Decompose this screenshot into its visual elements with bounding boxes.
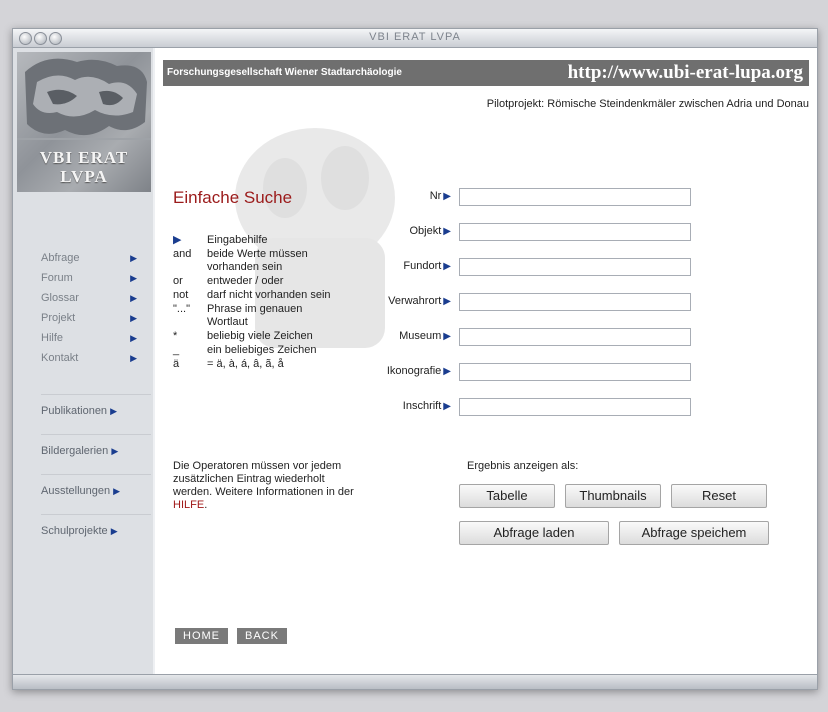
sidebar-nav: Abfrage ▶ Forum ▶ Glossar ▶ Projekt ▶ Hilfe ▶… (41, 248, 151, 368)
arrow-right-icon: ▶ (130, 273, 137, 283)
search-help: ▶ Eingabehilfe and beide Werte müssen vorh… (173, 234, 373, 372)
arrow-right-icon: ▶ (443, 261, 451, 272)
help-row: not darf nicht vorhanden sein (173, 289, 331, 301)
sidebar-item-hilfe[interactable]: Hilfe ▶ (41, 328, 151, 348)
sidebar-item-ausstellungen[interactable]: Ausstellungen ▶ (41, 474, 151, 514)
sidebar-sections: Publikationen ▶ Bildergalerien ▶ Ausstel… (41, 394, 151, 554)
arrow-right-icon: ▶ (130, 333, 137, 343)
field-row-nr: Nr ▶ (355, 188, 695, 210)
help-link[interactable]: HILFE (173, 499, 204, 511)
ikonografie-input[interactable] (459, 363, 691, 381)
sidebar-item-abfrage[interactable]: Abfrage ▶ (41, 248, 151, 268)
arrow-right-icon: ▶ (443, 191, 451, 202)
home-button[interactable]: HOME (175, 628, 228, 644)
arrow-right-icon: ▶ (443, 226, 451, 237)
help-row: * beliebig viele Zeichen (173, 330, 313, 342)
title-bar: VBI ERAT LVPA (13, 29, 817, 48)
site-url[interactable]: http://www.ubi-erat-lupa.org (568, 62, 803, 84)
arrow-right-icon: ▶ (110, 406, 118, 416)
arrow-right-icon: ▶ (113, 486, 121, 496)
sidebar-item-forum[interactable]: Forum ▶ (41, 268, 151, 288)
objekt-input[interactable] (459, 223, 691, 241)
arrow-right-icon: ▶ (443, 331, 451, 342)
load-query-button[interactable]: Abfrage laden (459, 521, 609, 545)
thumbnails-button[interactable]: Thumbnails (565, 484, 661, 508)
help-row: or entweder / oder (173, 275, 284, 287)
arrow-right-icon: ▶ (111, 446, 119, 456)
nr-input[interactable] (459, 188, 691, 206)
field-row-objekt: Objekt ▶ (355, 223, 695, 245)
field-row-ikonografie: Ikonografie ▶ (355, 363, 695, 385)
arrow-right-icon: ▶ (443, 296, 451, 307)
header-bar: Forschungsgesellschaft Wiener Stadtarchä… (163, 60, 809, 86)
verwahrort-input[interactable] (459, 293, 691, 311)
help-row: ▶ Eingabehilfe (173, 234, 268, 246)
field-row-verwahrort: Verwahrort ▶ (355, 293, 695, 315)
back-button[interactable]: BACK (237, 628, 287, 644)
sidebar: VBI ERAT LVPA Abfrage ▶ Forum ▶ Glossar ▶ P… (13, 48, 153, 675)
fundort-input[interactable] (459, 258, 691, 276)
sidebar-item-glossar[interactable]: Glossar ▶ (41, 288, 151, 308)
sidebar-item-kontakt[interactable]: Kontakt ▶ (41, 348, 151, 368)
museum-input[interactable] (459, 328, 691, 346)
main-content: Forschungsgesellschaft Wiener Stadtarchä… (155, 48, 817, 675)
help-row: ä = ä, à, á, â, ã, å (173, 358, 284, 370)
table-button[interactable]: Tabelle (459, 484, 555, 508)
reset-button[interactable]: Reset (671, 484, 767, 508)
inschrift-input[interactable] (459, 398, 691, 416)
arrow-right-icon: ▶ (130, 293, 137, 303)
sidebar-item-bildergalerien[interactable]: Bildergalerien ▶ (41, 434, 151, 474)
arrow-right-icon: ▶ (130, 353, 137, 363)
result-display-label: Ergebnis anzeigen als: (467, 460, 579, 472)
arrow-right-icon: ▶ (443, 366, 451, 377)
page-title: Einfache Suche (173, 188, 293, 207)
field-row-museum: Museum ▶ (355, 328, 695, 350)
project-subtitle: Pilotprojekt: Römische Steindenkmäler zw… (486, 98, 809, 110)
sidebar-item-projekt[interactable]: Projekt ▶ (41, 308, 151, 328)
logo-text: VBI ERAT LVPA (39, 148, 129, 186)
sidebar-item-schulprojekte[interactable]: Schulprojekte ▶ (41, 514, 151, 554)
operator-note: Die Operatoren müssen vor jedem zusätzli… (173, 460, 354, 511)
browser-window: VBI ERAT LVPA VBI ERAT LVPA Abfrage ▶ For… (12, 28, 818, 690)
save-query-button[interactable]: Abfrage speichem (619, 521, 769, 545)
help-row: "..." Phrase im genauen Wortlaut (173, 303, 303, 328)
field-row-fundort: Fundort ▶ (355, 258, 695, 280)
window-title: VBI ERAT LVPA (369, 31, 461, 43)
arrow-right-icon: ▶ (110, 526, 118, 536)
organization-name: Forschungsgesellschaft Wiener Stadtarchä… (167, 67, 402, 78)
window-bottom-bar (13, 674, 817, 689)
arrow-right-icon: ▶ (443, 401, 451, 412)
help-row: _ ein beliebiges Zeichen (173, 344, 317, 356)
arrow-right-icon: ▶ (130, 253, 137, 263)
field-row-inschrift: Inschrift ▶ (355, 398, 695, 420)
sidebar-item-publikationen[interactable]: Publikationen ▶ (41, 394, 151, 434)
site-logo[interactable]: VBI ERAT LVPA (17, 52, 151, 192)
help-row: and beide Werte müssen vorhanden sein (173, 248, 308, 273)
arrow-right-icon: ▶ (130, 313, 137, 323)
